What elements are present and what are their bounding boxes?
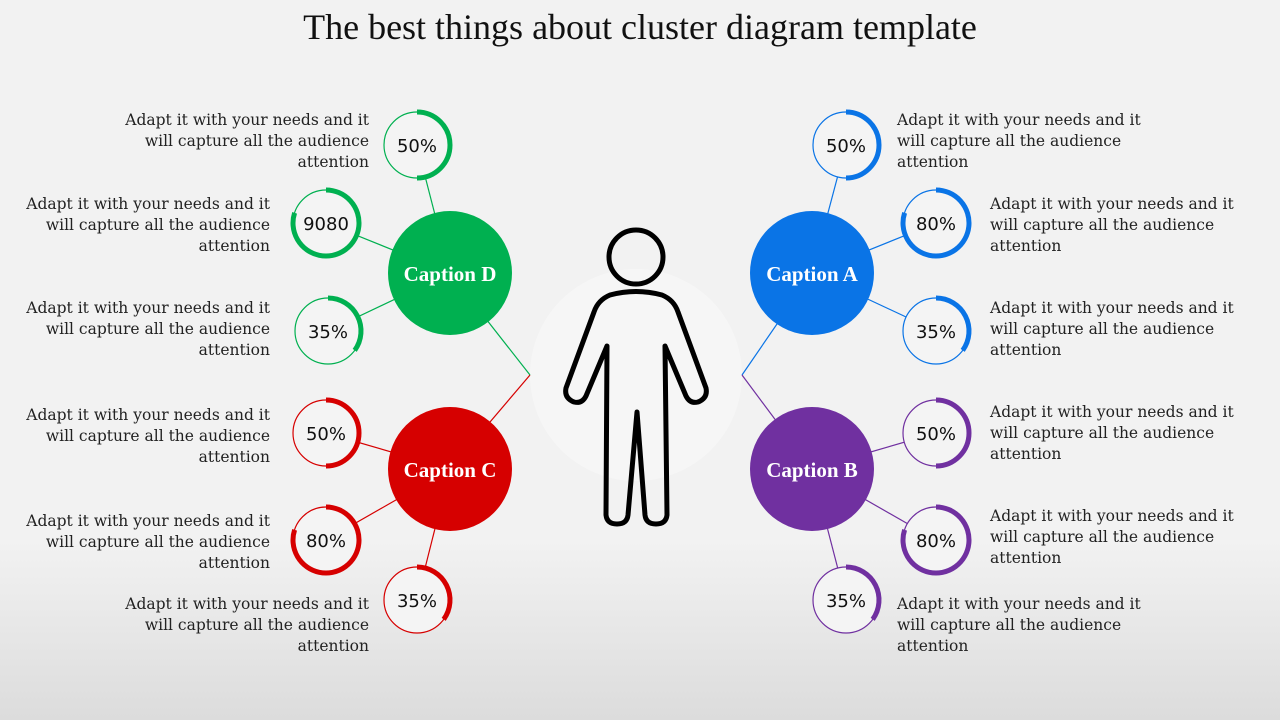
caption-hub-d: Caption D <box>388 211 512 335</box>
progress-ring: 35% <box>902 295 972 365</box>
description-text: Adapt it with your needs and it will cap… <box>990 403 1234 463</box>
caption-hub-a: Caption A <box>750 211 874 335</box>
progress-ring: 35% <box>294 295 364 365</box>
ring-value-label: 80% <box>306 531 346 552</box>
ring-value-label: 35% <box>916 322 956 343</box>
caption-hub-b: Caption B <box>750 407 874 531</box>
description-text: Adapt it with your needs and it will cap… <box>26 195 270 255</box>
ring-value-label: 80% <box>916 214 956 235</box>
progress-ring: 80% <box>290 504 362 576</box>
description-text: Adapt it with your needs and it will cap… <box>26 512 270 572</box>
description-text: Adapt it with your needs and it will cap… <box>897 111 1141 171</box>
caption-hub-c: Caption C <box>388 407 512 531</box>
caption-label: Caption B <box>766 458 858 482</box>
progress-ring: 9080 <box>290 187 362 259</box>
ring-value-label: 50% <box>826 136 866 157</box>
description-text: Adapt it with your needs and it will cap… <box>125 111 369 171</box>
progress-ring: 50% <box>292 397 362 469</box>
description-text: Adapt it with your needs and it will cap… <box>990 195 1234 255</box>
progress-ring: 80% <box>900 504 972 576</box>
ring-value-label: 80% <box>916 531 956 552</box>
ring-value-label: 35% <box>826 591 866 612</box>
progress-ring: 80% <box>900 187 972 259</box>
description-text: Adapt it with your needs and it will cap… <box>26 406 270 466</box>
caption-label: Caption D <box>404 262 497 286</box>
description-text: Adapt it with your needs and it will cap… <box>26 299 270 359</box>
progress-ring: 50% <box>812 109 882 181</box>
caption-label: Caption C <box>404 458 497 482</box>
description-text: Adapt it with your needs and it will cap… <box>990 299 1234 359</box>
ring-value-label: 35% <box>397 591 437 612</box>
ring-value-label: 35% <box>308 322 348 343</box>
description-text: Adapt it with your needs and it will cap… <box>990 507 1234 567</box>
progress-ring: 50% <box>902 397 972 469</box>
description-text: Adapt it with your needs and it will cap… <box>125 595 369 655</box>
progress-ring: 35% <box>812 564 882 634</box>
ring-value-label: 50% <box>397 136 437 157</box>
caption-label: Caption A <box>766 262 858 286</box>
progress-ring: 50% <box>383 109 453 181</box>
progress-ring: 35% <box>383 564 453 634</box>
ring-value-label: 50% <box>306 424 346 445</box>
ring-value-label: 50% <box>916 424 956 445</box>
description-text: Adapt it with your needs and it will cap… <box>897 595 1141 655</box>
ring-value-label: 9080 <box>303 214 349 235</box>
